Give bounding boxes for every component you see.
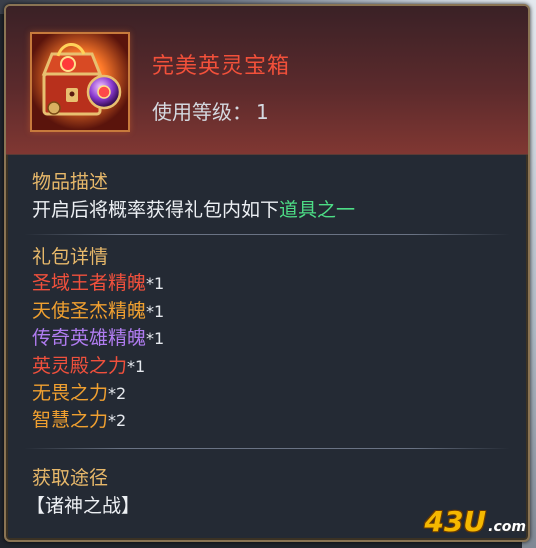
gift-item-name: 圣域王者精魄 bbox=[32, 272, 147, 295]
gift-item-name: 传奇英雄精魄 bbox=[32, 327, 147, 350]
description-line: 开启后将概率获得礼包内如下道具之一 bbox=[32, 196, 355, 224]
gift-item-row: 传奇英雄精魄*1 bbox=[32, 325, 164, 352]
gift-item-name: 天使圣杰精魄 bbox=[32, 299, 147, 322]
item-tooltip-panel: 完美英灵宝箱 使用等级： 1 物品描述 开启后将概率获得礼包内如下道具之一 礼包详… bbox=[4, 4, 530, 542]
divider bbox=[24, 234, 510, 235]
use-level-value: 1 bbox=[256, 100, 269, 124]
source-label: 获取途径 bbox=[32, 467, 109, 489]
watermark-main: 43U bbox=[424, 505, 487, 538]
site-watermark-logo: 43U .com bbox=[424, 505, 526, 538]
gift-item-qty: *2 bbox=[108, 384, 127, 404]
gift-item-name: 智慧之力 bbox=[32, 409, 109, 432]
gift-item-row: 天使圣杰精魄*1 bbox=[32, 298, 164, 325]
source-value: 【诸神之战】 bbox=[26, 495, 141, 517]
divider bbox=[24, 448, 510, 449]
gift-item-qty: *1 bbox=[146, 329, 165, 349]
description-section: 物品描述 开启后将概率获得礼包内如下道具之一 bbox=[32, 168, 355, 224]
source-section: 获取途径 【诸神之战】 bbox=[26, 464, 140, 520]
gift-item-name: 英灵殿之力 bbox=[32, 354, 128, 377]
gift-item-qty: *1 bbox=[146, 274, 165, 294]
item-icon-frame bbox=[30, 32, 130, 132]
item-title: 完美英灵宝箱 bbox=[152, 54, 291, 79]
watermark-suffix: .com bbox=[488, 519, 526, 535]
tooltip-header: 完美英灵宝箱 使用等级： 1 bbox=[6, 6, 528, 155]
gift-item-row: 英灵殿之力*1 bbox=[32, 353, 164, 380]
description-highlight: 道具之一 bbox=[279, 199, 356, 221]
use-level-label: 使用等级： bbox=[152, 100, 252, 124]
frame-corner bbox=[6, 518, 28, 540]
gift-item-row: 圣域王者精魄*1 bbox=[32, 270, 164, 297]
gift-item-row: 智慧之力*2 bbox=[32, 407, 164, 434]
gift-item-qty: *1 bbox=[146, 301, 165, 321]
description-label: 物品描述 bbox=[32, 171, 109, 193]
treasure-chest-icon bbox=[32, 34, 128, 130]
gift-item-qty: *2 bbox=[108, 411, 127, 431]
use-level: 使用等级： 1 bbox=[152, 96, 269, 125]
gift-item-qty: *1 bbox=[127, 356, 146, 376]
gift-list: 圣域王者精魄*1 天使圣杰精魄*1 传奇英雄精魄*1 英灵殿之力*1 无畏之力*2 智慧之… bbox=[32, 270, 164, 434]
gift-details-label: 礼包详情 bbox=[32, 246, 109, 268]
gift-item-name: 无畏之力 bbox=[32, 382, 109, 405]
gift-details-section: 礼包详情 圣域王者精魄*1 天使圣杰精魄*1 传奇英雄精魄*1 英灵殿之力*1 无畏之力… bbox=[32, 244, 164, 435]
description-text: 开启后将概率获得礼包内如下 bbox=[32, 199, 280, 221]
gift-item-row: 无畏之力*2 bbox=[32, 380, 164, 407]
